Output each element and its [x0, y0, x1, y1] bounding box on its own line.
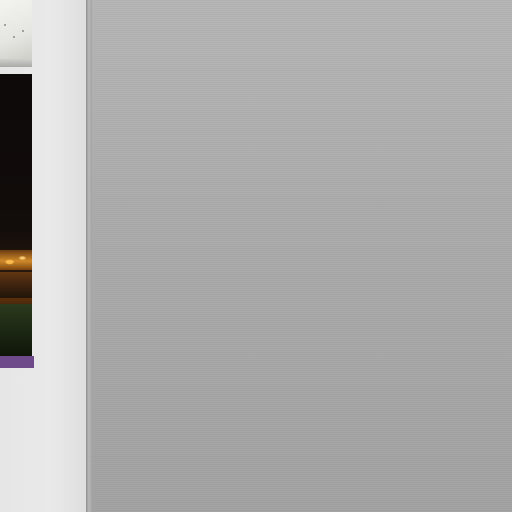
thumbnail-daylight[interactable] — [0, 0, 32, 67]
foreground-grass — [0, 304, 32, 356]
thumbnail-sidebar — [0, 0, 86, 512]
main-canvas[interactable] — [92, 0, 512, 512]
thumbnail-selection-bar — [0, 356, 34, 368]
water-reflection — [0, 272, 32, 298]
speck-icon — [13, 36, 15, 38]
city-lights — [0, 250, 32, 270]
thumbnail-night-city[interactable] — [0, 74, 32, 356]
speck-icon — [4, 24, 6, 26]
speck-icon — [22, 30, 24, 32]
